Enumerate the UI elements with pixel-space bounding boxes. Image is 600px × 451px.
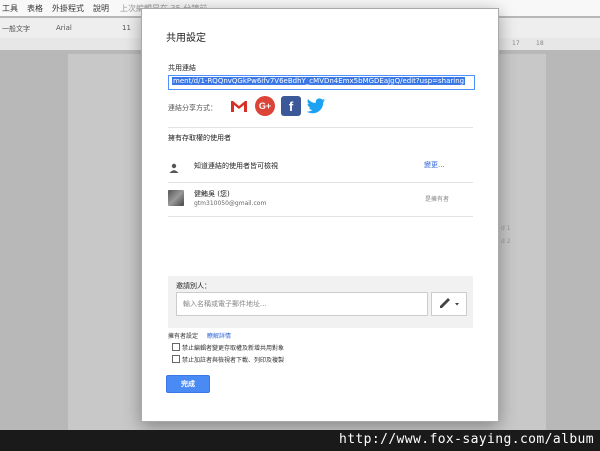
share-dialog: 共用設定 共用連結 ment/d/1-RQQnvQGkPw6ifv7V6eBdh… [141,8,499,422]
invite-placeholder: 輸入名稱或電子郵件地址... [183,300,267,308]
owner-name: 健鮪吳 (您) [194,190,230,198]
permission-dropdown[interactable] [431,292,467,316]
invite-label: 邀請別人： [176,282,211,290]
gmail-icon[interactable] [229,96,249,116]
learn-more-link[interactable]: 瞭解詳情 [207,331,231,340]
divider [168,216,473,217]
ruler-tick: 17 [512,40,520,47]
menu-addons[interactable]: 外掛程式 [52,3,84,14]
pencil-icon [440,298,450,308]
font-select[interactable]: Arial [56,24,72,32]
change-access-link[interactable]: 變更... [424,160,445,170]
font-size-select[interactable]: 11 [122,24,131,32]
facebook-icon[interactable]: f [281,96,301,116]
divider [168,182,473,183]
link-access-text: 知道連結的使用者皆可檢視 [194,162,278,170]
access-heading: 擁有存取權的使用者 [168,134,231,142]
doc-text-fragment: d 1 [501,225,511,232]
doc-text-fragment: d 2 [501,238,511,245]
twitter-icon[interactable] [306,96,326,116]
menu-tools[interactable]: 工具 [2,3,18,14]
divider [168,127,473,128]
chevron-down-icon [455,303,459,306]
avatar [168,190,184,206]
done-button[interactable]: 完成 [166,375,210,393]
share-link-field[interactable]: ment/d/1-RQQnvQGkPw6ifv7V6eBdhY_cMVDn4Em… [168,75,475,90]
owner-email: gtm310050@gmail.com [194,200,267,207]
owner-settings-label: 擁有者設定 [168,333,199,340]
footer-watermark: http://www.fox-saying.com/album [0,430,600,451]
menu-table[interactable]: 表格 [27,3,43,14]
dialog-title: 共用設定 [166,33,206,44]
owner-role: 是擁有者 [425,196,450,203]
checkbox-label: 禁止編輯者變更存取權及新增共用對象 [182,345,285,352]
share-via-label: 連結分享方式： [168,104,217,112]
checkbox-restrict-viewers[interactable] [172,355,180,363]
share-link-text: ment/d/1-RQQnvQGkPw6ifv7V6eBdhY_cMVDn4Em… [172,77,466,85]
footer-url: http://www.fox-saying.com/album [338,432,594,447]
menu-help[interactable]: 說明 [93,3,109,14]
style-select[interactable]: 一般文字 [2,24,30,34]
share-link-label: 共用連結 [168,64,196,72]
people-icon [168,159,180,173]
invite-input[interactable]: 輸入名稱或電子郵件地址... [176,292,428,316]
checkbox-label: 禁止加註者與檢視者下載、列印及複製 [182,357,285,364]
ruler-tick: 18 [536,40,544,47]
checkbox-restrict-editors[interactable] [172,343,180,351]
google-plus-icon[interactable]: G+ [255,96,275,116]
